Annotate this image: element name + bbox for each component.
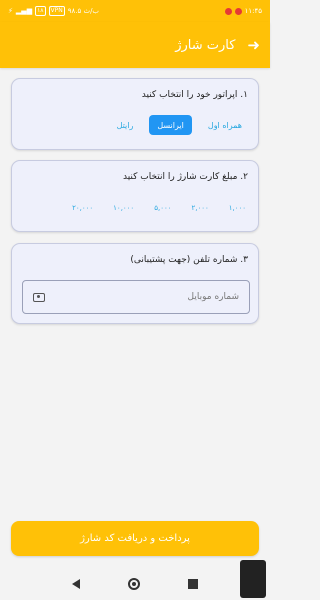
operator-option-irancell[interactable]: ایرانسل — [149, 115, 192, 135]
amount-option[interactable]: ۵,۰۰۰ — [154, 201, 171, 215]
operator-section-title: ۱. اپراتور خود را انتخاب کنید — [141, 90, 248, 100]
operator-option-rightel[interactable]: رایتل — [109, 115, 142, 135]
app-bar: کارت شارژ ➜ — [0, 22, 270, 68]
operator-option-mci[interactable]: همراه اول — [200, 115, 250, 135]
system-nav-bar — [0, 568, 270, 600]
status-bar: ⚡ ▂▄▆ ۱۸ VPN ۹۸.۵ ب/ث ۱۱:۴۵ — [0, 0, 270, 22]
pay-button[interactable]: پرداخت و دریافت کد شارژ — [11, 521, 259, 556]
operator-options: همراه اول ایرانسل رایتل — [109, 115, 250, 135]
status-right: ۱۱:۴۵ — [224, 7, 262, 15]
vpn-badge: VPN — [48, 6, 65, 16]
network-speed: ۹۸.۵ ب/ث — [67, 7, 100, 15]
phone-input[interactable]: شماره موبایل — [22, 280, 250, 314]
amount-section-title: ۲. مبلغ کارت شارژ را انتخاب کنید — [122, 172, 248, 182]
contact-icon[interactable] — [33, 292, 45, 302]
amount-card: ۲. مبلغ کارت شارژ را انتخاب کنید ۱,۰۰۰ ۲… — [11, 160, 259, 232]
page-title: کارت شارژ — [175, 37, 236, 53]
amount-option[interactable]: ۲,۰۰۰ — [191, 201, 208, 215]
signal-icon: ▂▄▆ — [15, 7, 33, 15]
battery-level: ۱۸ — [35, 6, 46, 16]
amount-option[interactable]: ۲۰,۰۰۰ — [72, 201, 93, 215]
arrow-left-icon[interactable]: ➜ — [247, 37, 260, 53]
phone-section-title: ۳. شماره تلفن (جهت پشتیبانی) — [130, 255, 248, 265]
nav-home-icon[interactable] — [128, 578, 140, 590]
notification-icon — [234, 7, 242, 15]
nav-back-icon[interactable] — [72, 579, 80, 589]
nav-recents-icon[interactable] — [188, 579, 198, 589]
amount-option[interactable]: ۱,۰۰۰ — [229, 201, 246, 215]
amount-options: ۱,۰۰۰ ۲,۰۰۰ ۵,۰۰۰ ۱۰,۰۰۰ ۲۰,۰۰۰ — [72, 201, 246, 215]
charging-icon: ⚡ — [8, 7, 13, 15]
clock: ۱۱:۴۵ — [244, 7, 262, 15]
amount-option[interactable]: ۱۰,۰۰۰ — [113, 201, 134, 215]
status-left: ⚡ ▂▄▆ ۱۸ VPN ۹۸.۵ ب/ث — [8, 6, 99, 16]
phone-card: ۳. شماره تلفن (جهت پشتیبانی) شماره موبای… — [11, 243, 259, 324]
notification-icon — [224, 7, 232, 15]
app-logo-icon — [240, 560, 266, 598]
operator-card: ۱. اپراتور خود را انتخاب کنید همراه اول … — [11, 78, 259, 150]
phone-input-placeholder: شماره موبایل — [187, 292, 239, 302]
